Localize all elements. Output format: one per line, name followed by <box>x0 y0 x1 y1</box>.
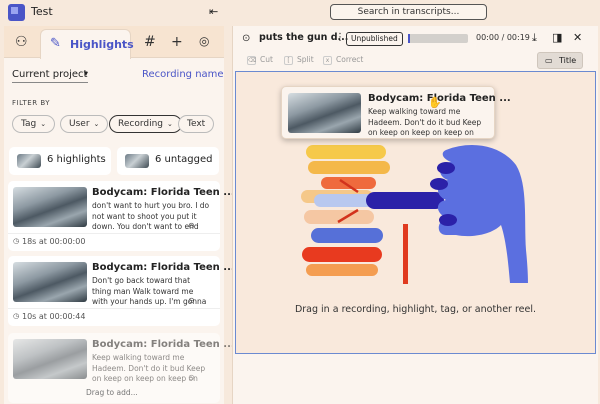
transcript-search-input[interactable]: Search in transcripts... <box>330 4 487 20</box>
illus-shape <box>311 228 383 243</box>
illus-finger <box>437 162 455 174</box>
highlight-card[interactable]: Bodycam: Florida Teen ... don't want to … <box>8 181 235 251</box>
highlighter-icon: ✎ <box>50 36 61 51</box>
highlights-panel: ⚇ ✎ Highlights # + ◎ Current project ▾ R… <box>4 26 235 404</box>
highlight-duration: 18s at 00:00:00 <box>22 237 86 246</box>
chevron-down-icon: ▾ <box>83 69 88 78</box>
scope-select[interactable]: Current project ▾ <box>12 69 88 83</box>
highlight-title: Bodycam: Florida Teen ... <box>92 262 235 273</box>
filter-chip-text[interactable]: Text <box>178 115 215 133</box>
illus-shape <box>306 264 378 276</box>
filter-chip-recording[interactable]: Recording ⌄ <box>109 115 182 133</box>
cut-key: ⌫ <box>247 56 257 65</box>
dragged-highlight-preview[interactable]: Bodycam: Florida Teen ... Keep walking t… <box>281 86 511 139</box>
hash-icon[interactable]: # <box>144 34 156 50</box>
tag-icon[interactable]: ⊝ <box>188 221 195 230</box>
collapse-sidebar-icon[interactable]: ⇤ <box>209 5 218 18</box>
download-icon[interactable]: ⤓ <box>532 31 537 45</box>
filter-by-label: FILTER BY <box>12 99 51 107</box>
highlights-thumbnail <box>17 154 41 168</box>
filter-chip-label: Recording <box>118 119 164 129</box>
empty-state-illustration <box>301 145 528 284</box>
drop-zone-hint: Drag in a recording, highlight, tag, or … <box>294 304 537 315</box>
highlights-count-card[interactable]: 6 highlights <box>9 147 111 175</box>
plus-icon[interactable]: + <box>171 34 183 50</box>
scope-select-value: Current project <box>12 69 88 80</box>
app-title: Test <box>31 5 53 18</box>
correct-key: x <box>323 56 332 65</box>
reel-icon: ⊙ <box>242 33 251 44</box>
tab-highlights[interactable]: ✎ Highlights <box>40 29 134 59</box>
clock-icon: ◷ <box>13 312 20 320</box>
split-key: [ <box>284 56 293 65</box>
illus-shape <box>308 161 390 174</box>
highlight-thumbnail <box>288 93 361 133</box>
title-button[interactable]: ▭ Title <box>537 52 583 69</box>
illus-shape <box>366 192 444 209</box>
timecode: 00:00 / 00:19 <box>476 33 530 42</box>
highlight-title: Bodycam: Florida Teen ... <box>92 187 235 198</box>
untagged-count-card[interactable]: 6 untagged <box>117 147 219 175</box>
correct-label: Correct <box>336 55 364 64</box>
filter-chip-label: User <box>69 119 90 129</box>
chevron-down-icon: ⌄ <box>167 120 173 128</box>
chevron-down-icon: ⌄ <box>93 120 100 128</box>
playback-progress[interactable] <box>408 34 468 43</box>
tag-icon[interactable]: ⊝ <box>188 373 195 382</box>
tag-icon[interactable]: ⊝ <box>188 296 195 305</box>
filter-chip-user[interactable]: User ⌄ <box>60 115 109 133</box>
illus-finger <box>439 214 457 226</box>
filter-chip-label: Tag <box>21 119 37 129</box>
close-icon[interactable]: ✕ <box>573 31 582 44</box>
illus-shape <box>321 177 376 189</box>
more-options-icon[interactable]: ⋮ <box>335 32 345 43</box>
highlight-text: Keep walking toward me Hadeem. Don't do … <box>368 107 482 137</box>
highlight-thumbnail <box>13 339 87 379</box>
untagged-thumbnail <box>125 154 149 168</box>
highlight-thumbnail <box>13 262 87 302</box>
illus-finger <box>430 178 448 190</box>
panel-tab-bar: ⚇ ✎ Highlights # + ◎ <box>4 26 224 59</box>
chat-icon[interactable]: ◎ <box>199 34 209 48</box>
sort-select[interactable]: Recording name <box>142 69 224 80</box>
title-card-icon: ▭ <box>545 56 553 65</box>
untagged-count: 6 untagged <box>155 154 213 165</box>
highlights-count: 6 highlights <box>47 154 106 165</box>
tab-highlights-label: Highlights <box>70 38 134 51</box>
highlight-duration: 10s at 00:00:44 <box>22 312 86 321</box>
highlight-meta: ◷ 18s at 00:00:00 <box>8 233 220 251</box>
share-icon[interactable]: ◨ <box>552 31 562 44</box>
illus-shape <box>403 224 408 284</box>
cut-button[interactable]: ⌫ Cut <box>247 55 273 65</box>
illus-shape <box>306 145 386 159</box>
highlight-title: Bodycam: Florida Teen ... <box>92 339 235 350</box>
app-logo <box>8 4 25 21</box>
highlight-thumbnail <box>13 187 87 227</box>
drag-hint: Drag to add... <box>86 388 138 397</box>
publish-status-badge[interactable]: Unpublished <box>346 32 403 46</box>
title-button-label: Title <box>559 56 577 65</box>
cut-label: Cut <box>260 55 273 64</box>
clock-icon: ◷ <box>13 237 20 245</box>
playback-progress-fill <box>408 34 410 43</box>
filter-chip-label: Text <box>187 119 206 129</box>
grab-cursor-icon: ✋ <box>428 96 442 109</box>
chevron-down-icon: ⌄ <box>40 120 47 128</box>
split-button[interactable]: [ Split <box>284 55 314 65</box>
split-label: Split <box>297 55 314 64</box>
illus-shape <box>302 247 382 262</box>
filter-chip-tag[interactable]: Tag ⌄ <box>12 115 56 133</box>
highlight-card[interactable]: Bodycam: Florida Teen ... Don't go back … <box>8 256 235 326</box>
correct-button[interactable]: x Correct <box>323 55 363 65</box>
people-icon[interactable]: ⚇ <box>15 34 28 50</box>
highlight-meta: ◷ 10s at 00:00:44 <box>8 308 220 326</box>
